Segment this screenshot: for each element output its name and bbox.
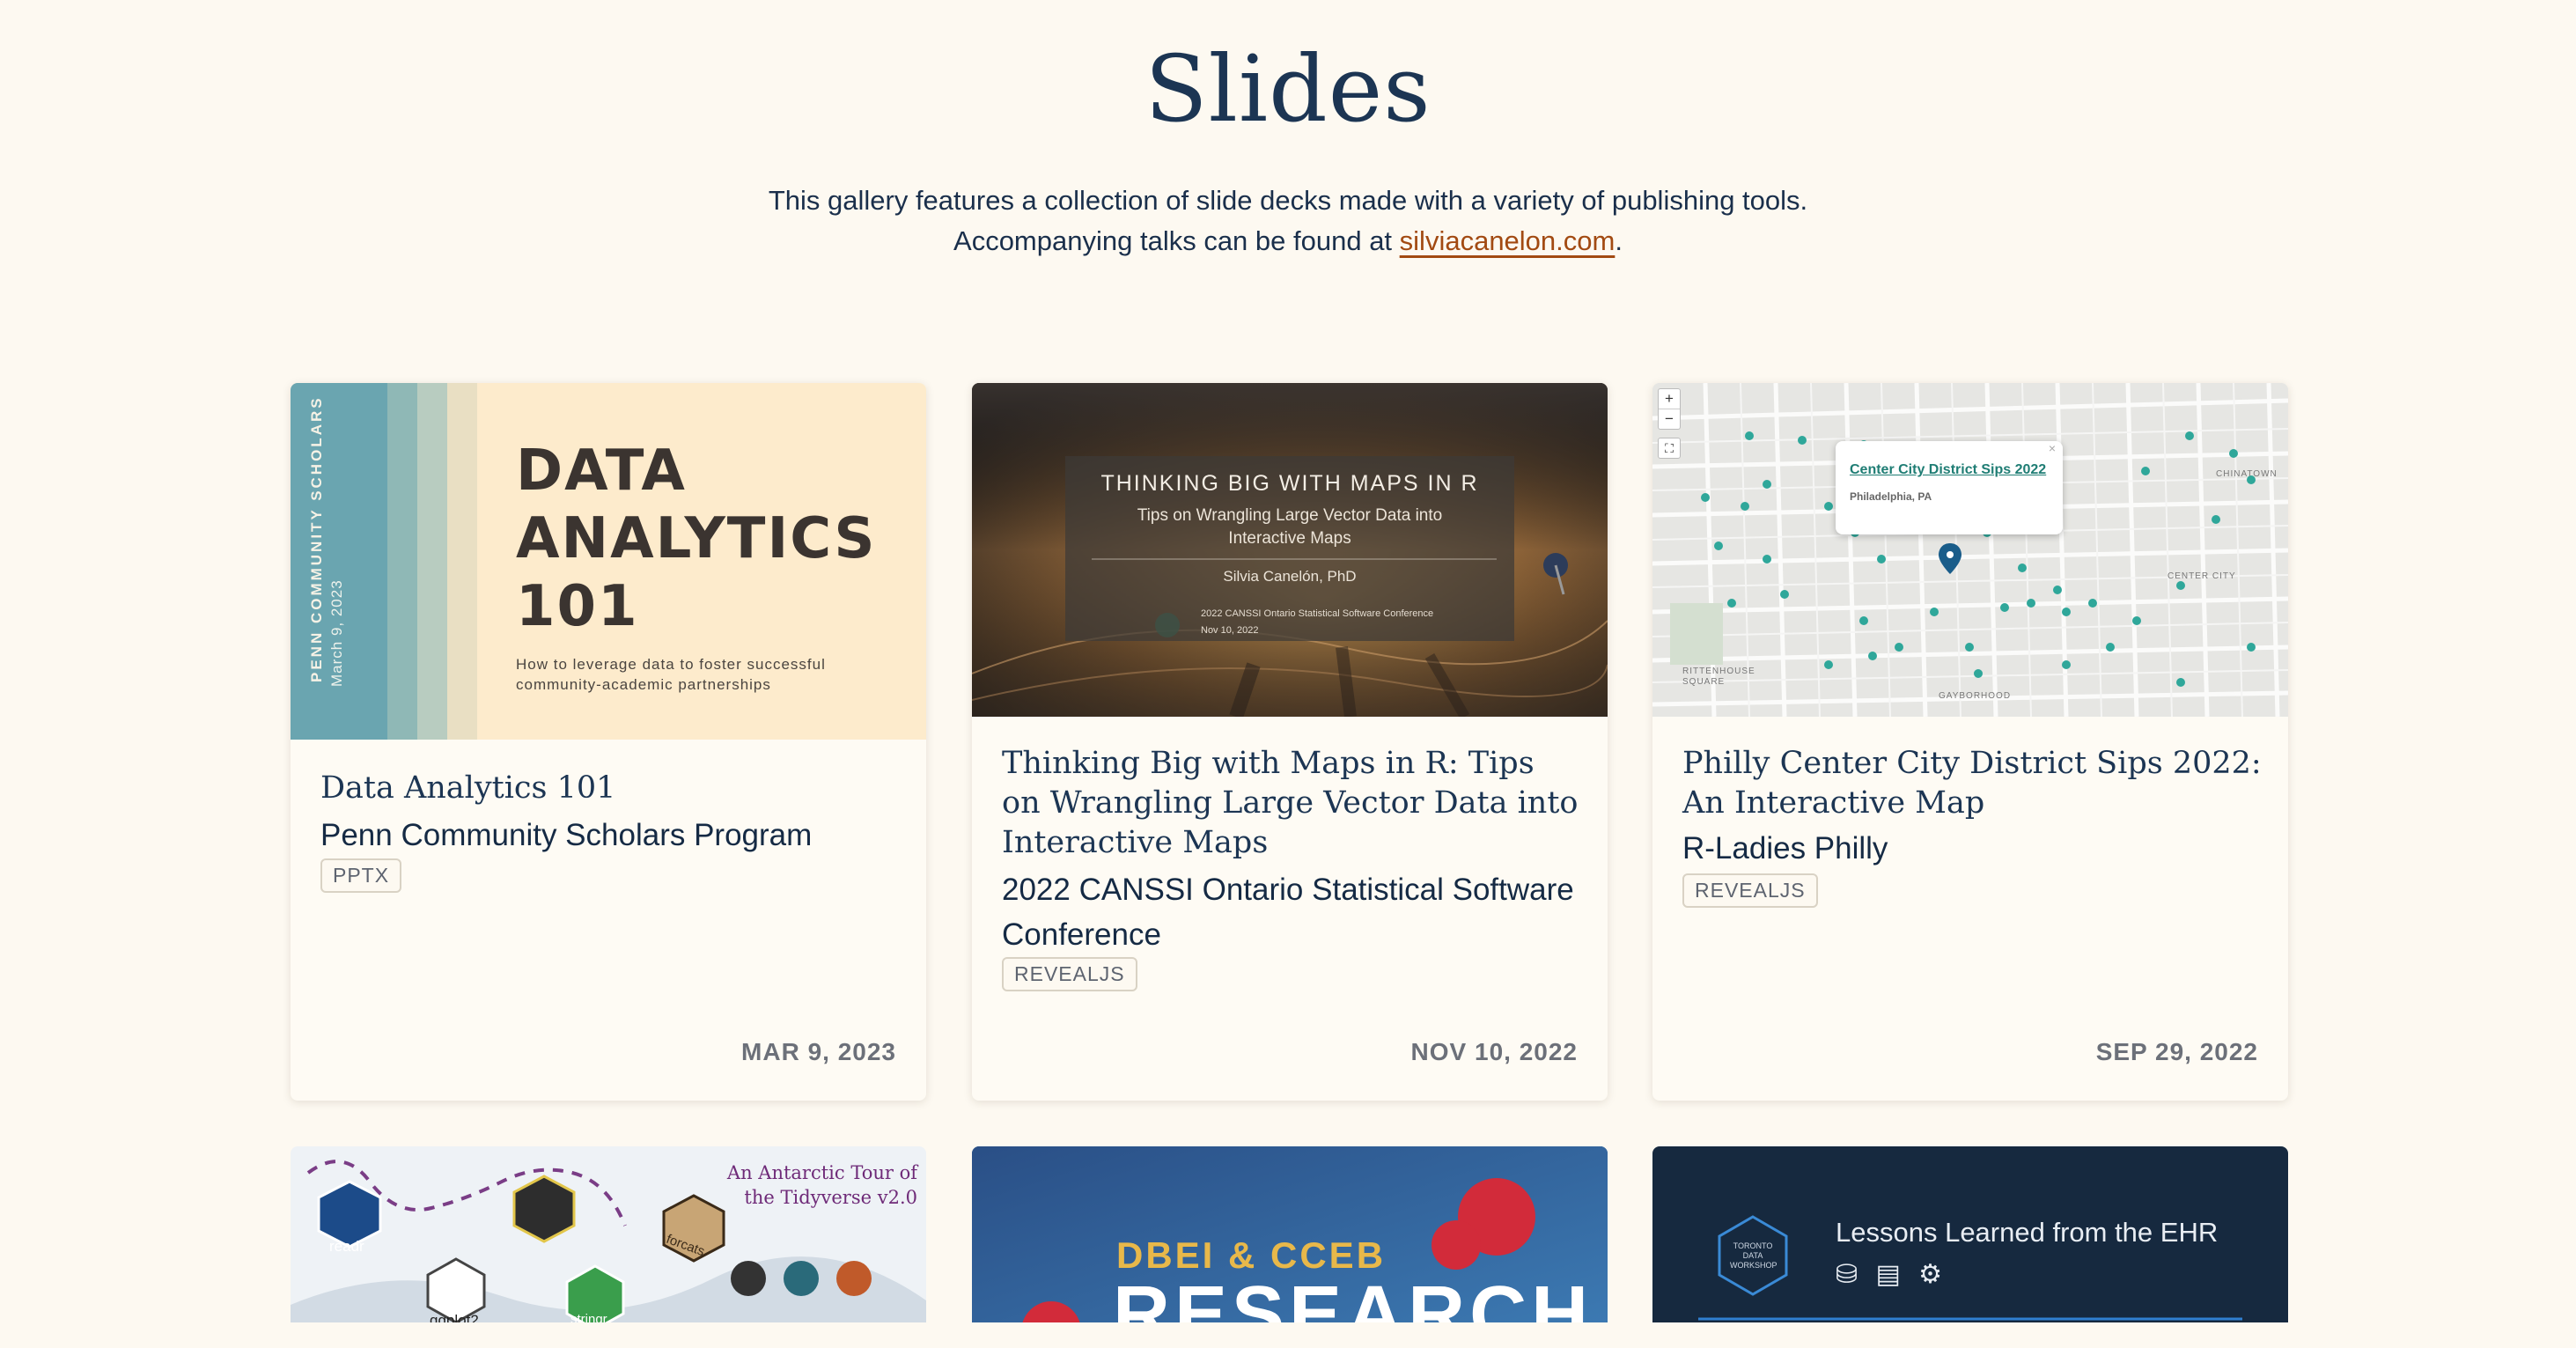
database-icons: ⛁ ▤ ⚙ xyxy=(1836,1260,1948,1289)
cover-side-date: March 9, 2023 xyxy=(328,579,345,687)
map-marker-dot[interactable] xyxy=(2229,449,2238,458)
popup-title[interactable]: Center City District Sips 2022 xyxy=(1850,462,2046,478)
map-marker-dot[interactable] xyxy=(1741,502,1749,511)
popup-close-icon[interactable]: × xyxy=(2049,441,2056,455)
map-popup: × Center City District Sips 2022 Philade… xyxy=(1836,441,2063,534)
map-marker-dot[interactable] xyxy=(1763,480,1771,489)
intro-line-2: Accompanying talks can be found at silvi… xyxy=(953,225,1623,256)
hex-stringr-label: stringr xyxy=(570,1312,607,1322)
dbei-title: RESEARCH xyxy=(1113,1271,1593,1322)
slide-card-ehr-lessons[interactable]: TORONTO DATA WORKSHOP Lessons Learned fr… xyxy=(1652,1146,2288,1322)
map-marker-dot[interactable] xyxy=(1868,652,1877,660)
card-thumbnail: THINKING BIG WITH MAPS IN R Tips on Wran… xyxy=(972,383,1608,717)
toronto-data-workshop-logo: TORONTO DATA WORKSHOP xyxy=(1730,1241,1777,1270)
intro-line-1: This gallery features a collection of sl… xyxy=(768,185,1808,216)
map-marker-dot[interactable] xyxy=(1714,541,1723,550)
map-label-rittenhouse: RITTENHOUSE SQUARE xyxy=(1682,667,1755,687)
card-title[interactable]: Thinking Big with Maps in R: Tips on Wra… xyxy=(1002,744,1581,863)
map-marker-dot[interactable] xyxy=(2247,643,2256,652)
zoom-out-button[interactable]: − xyxy=(1659,409,1680,429)
map-marker-dot[interactable] xyxy=(1824,660,1833,669)
map-marker-dot[interactable] xyxy=(1974,669,1983,678)
map-marker-dot[interactable] xyxy=(1727,599,1736,608)
hex-ggplot2-label: ggplot2 xyxy=(430,1312,479,1322)
cover-description: How to leverage data to foster successfu… xyxy=(516,656,826,693)
map-marker-dot[interactable] xyxy=(2018,564,2027,572)
map-marker-dot[interactable] xyxy=(1798,436,1807,445)
silviacanelon-link[interactable]: silviacanelon.com xyxy=(1400,225,1616,256)
page-title: Slides xyxy=(1144,35,1432,143)
format-badge: REVEALJS xyxy=(1002,957,1137,991)
cover-subheading: Tips on Wrangling Large Vector Data into… xyxy=(1137,506,1443,548)
card-title[interactable]: Data Analytics 101 xyxy=(320,769,900,808)
map-marker-dot[interactable] xyxy=(2062,660,2071,669)
map-marker-dot[interactable] xyxy=(1745,431,1754,440)
card-thumbnail: + − ⛶ × Center City District Sips 2022 P… xyxy=(1652,383,2288,717)
map-marker-dot[interactable] xyxy=(1701,493,1710,502)
map-marker-dot[interactable] xyxy=(2212,515,2220,524)
card-thumbnail: PENN COMMUNITY SCHOLARS March 9, 2023 DA… xyxy=(291,383,926,740)
card-date: NOV 10, 2022 xyxy=(1410,1038,1578,1065)
zoom-in-button[interactable]: + xyxy=(1659,389,1680,409)
card-subtitle: R-Ladies Philly xyxy=(1682,831,1888,866)
map-marker-dot[interactable] xyxy=(2176,678,2185,687)
cover-author: Silvia Canelón, PhD xyxy=(1223,568,1357,585)
map-marker-dot[interactable] xyxy=(2088,599,2097,608)
map-marker-dot[interactable] xyxy=(2185,431,2194,440)
format-badge: PPTX xyxy=(320,858,402,893)
intro-text: This gallery features a collection of sl… xyxy=(0,180,2576,261)
map-label-chinatown: CHINATOWN xyxy=(2216,469,2278,479)
slide-card-antarctic-tidyverse[interactable]: readr ggplot2 stringr forcats An Antarct… xyxy=(291,1146,926,1322)
card-subtitle: 2022 CANSSI Ontario Statistical Software… xyxy=(1002,873,1574,952)
cover-heading: THINKING BIG WITH MAPS IN R xyxy=(1100,471,1479,496)
map-marker-dot[interactable] xyxy=(2062,608,2071,616)
map-marker-dot[interactable] xyxy=(1780,590,1789,599)
cover-conference: 2022 CANSSI Ontario Statistical Software… xyxy=(1201,608,1434,619)
card-date: MAR 9, 2023 xyxy=(741,1038,896,1065)
hex-readr-label: readr xyxy=(329,1238,364,1255)
map-marker-dot[interactable] xyxy=(1895,643,1903,652)
popup-subtitle: Philadelphia, PA xyxy=(1850,490,1932,503)
map-marker-dot[interactable] xyxy=(2000,603,2009,612)
map-marker-dot[interactable] xyxy=(1824,502,1833,511)
map-marker-dot[interactable] xyxy=(1965,643,1974,652)
cover-date: Nov 10, 2022 xyxy=(1201,625,1259,636)
map-marker-dot[interactable] xyxy=(2132,616,2141,625)
slide-card-data-analytics[interactable]: PENN COMMUNITY SCHOLARS March 9, 2023 DA… xyxy=(291,383,926,1101)
card-date: SEP 29, 2022 xyxy=(2095,1038,2258,1065)
card-subtitle: Penn Community Scholars Program xyxy=(320,818,813,852)
slide-card-philly-sips[interactable]: + − ⛶ × Center City District Sips 2022 P… xyxy=(1652,383,2288,1101)
format-badge: REVEALJS xyxy=(1682,873,1818,908)
map-zoom-controls: + − xyxy=(1658,388,1681,430)
antarctic-title: An Antarctic Tour of the Tidyverse v2.0 xyxy=(726,1162,917,1208)
map-marker-dot[interactable] xyxy=(1930,608,1939,616)
cover-side-title: PENN COMMUNITY SCHOLARS xyxy=(308,395,325,682)
map-label-center-city: CENTER CITY xyxy=(2168,571,2236,581)
ehr-title: Lessons Learned from the EHR xyxy=(1836,1217,2219,1248)
map-marker-dot[interactable] xyxy=(1763,555,1771,564)
map-marker-dot[interactable] xyxy=(2176,581,2185,590)
slide-card-dbei-cceb[interactable]: DBEI & CCEB RESEARCH xyxy=(972,1146,1608,1322)
cover-big-title: DATA ANALYTICS 101 xyxy=(516,438,877,639)
map-marker-dot[interactable] xyxy=(2106,643,2115,652)
map-marker-dot[interactable] xyxy=(2027,599,2035,608)
map-label-gayborhood: GAYBORHOOD xyxy=(1939,691,2012,701)
map-marker-dot[interactable] xyxy=(2053,586,2062,594)
slide-card-maps-in-r[interactable]: THINKING BIG WITH MAPS IN R Tips on Wran… xyxy=(972,383,1608,1101)
map-marker-dot[interactable] xyxy=(1877,555,1886,564)
map-marker-dot[interactable] xyxy=(2141,467,2150,475)
fullscreen-icon[interactable]: ⛶ xyxy=(1658,438,1681,459)
card-title[interactable]: Philly Center City District Sips 2022: A… xyxy=(1682,744,2262,823)
map-marker-dot[interactable] xyxy=(1859,616,1868,625)
